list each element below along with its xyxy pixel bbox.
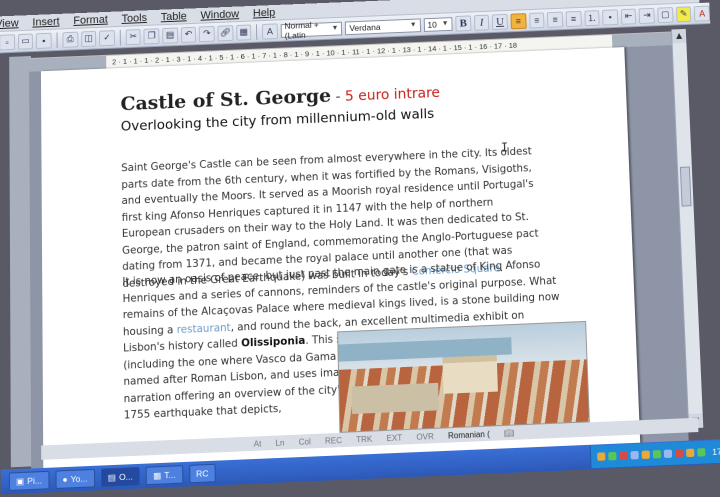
font-size-select[interactable]: 10 ▼ <box>423 16 453 32</box>
spelling-status-icon[interactable]: 📖︎ <box>504 428 515 438</box>
taskbar-item-rc[interactable]: RC <box>188 463 216 484</box>
status-at: At <box>253 438 262 449</box>
status-col: Col <box>298 436 311 447</box>
tray-icon[interactable] <box>674 449 684 458</box>
clock[interactable]: 17:32 <box>712 446 720 457</box>
task-label: T... <box>164 469 176 481</box>
tray-icon[interactable] <box>652 450 661 459</box>
align-center-icon[interactable]: ≡ <box>528 11 545 29</box>
redo-icon[interactable]: ↷ <box>199 25 215 42</box>
status-rec[interactable]: REC <box>325 435 342 445</box>
italic-button[interactable]: I <box>473 14 490 31</box>
tray-icon[interactable] <box>663 449 672 459</box>
chevron-down-icon: ▼ <box>331 24 339 32</box>
tray-icon[interactable] <box>641 450 650 460</box>
chevron-down-icon: ▼ <box>441 20 449 28</box>
bullet-list-icon[interactable]: • <box>602 8 619 26</box>
tray-icon[interactable] <box>607 451 617 461</box>
chevron-down-icon: ▼ <box>409 21 417 29</box>
menu-tools[interactable]: Tools <box>122 12 147 25</box>
photo-arch <box>442 355 499 394</box>
text-cursor-icon: I <box>500 140 509 155</box>
underline-button[interactable]: U <box>492 13 508 30</box>
tray-icon[interactable] <box>685 448 695 458</box>
menu-table[interactable]: Table <box>161 10 187 23</box>
cut-icon[interactable]: ✂ <box>125 28 142 45</box>
taskbar-item-video[interactable]: ● Yo... <box>55 468 95 490</box>
font-size-value: 10 <box>427 19 437 30</box>
style-select[interactable]: Normal + (Latin ▼ <box>280 19 343 41</box>
print-preview-icon[interactable]: ◫ <box>80 30 97 47</box>
taskbar-item-office[interactable]: ▤ O... <box>100 466 141 488</box>
screen: View Insert Format Tools Table Window He… <box>0 0 720 496</box>
tray-icon[interactable] <box>619 451 628 460</box>
task-label: Pi... <box>27 475 43 487</box>
taskbar-item-presentation[interactable]: ▣ Pi... <box>8 470 50 491</box>
scroll-up-icon[interactable]: ▲ <box>671 28 687 44</box>
app-icon: ▤ <box>107 471 116 483</box>
new-document-icon[interactable]: ▫ <box>0 33 15 50</box>
toolbar-separator <box>256 23 258 40</box>
app-icon: ▣ <box>15 475 25 487</box>
style-select-value: Normal + (Latin <box>284 19 319 41</box>
menu-insert[interactable]: Insert <box>32 15 59 28</box>
menu-format[interactable]: Format <box>73 13 107 26</box>
toolbar-separator <box>119 29 121 46</box>
task-label: Yo... <box>70 473 88 485</box>
status-ovr[interactable]: OVR <box>416 431 434 441</box>
title-separator: - <box>330 89 346 106</box>
styles-icon[interactable]: A <box>262 22 278 40</box>
title-text: Castle of St. George <box>120 84 332 116</box>
spellcheck-icon[interactable]: ✓ <box>99 29 115 46</box>
border-icon[interactable]: ▢ <box>657 6 674 23</box>
olissiponia-bold: Olissiponia <box>241 334 306 350</box>
open-icon[interactable]: ▭ <box>17 32 34 50</box>
bold-button[interactable]: B <box>455 14 472 32</box>
photo-square <box>351 382 440 415</box>
outdent-icon[interactable]: ⇤ <box>620 8 637 25</box>
copy-icon[interactable]: ❐ <box>143 27 160 45</box>
task-label: RC <box>195 468 209 479</box>
font-select[interactable]: Verdana ▼ <box>345 17 421 35</box>
status-language[interactable]: Romanian ( <box>448 429 490 440</box>
system-tray: 17:32 <box>589 439 720 469</box>
scrollbar-thumb[interactable] <box>679 166 692 207</box>
hyperlink-icon[interactable]: 🔗︎ <box>217 24 234 41</box>
restaurant-link[interactable]: restaurant <box>177 321 231 335</box>
app-icon: ▦ <box>153 469 162 481</box>
numbered-list-icon[interactable]: ⒈ <box>583 9 600 26</box>
lisbon-photo[interactable] <box>337 320 590 433</box>
taskbar-item-document[interactable]: ▦ T... <box>145 465 184 486</box>
tray-icon[interactable] <box>630 450 639 460</box>
task-label: O... <box>118 471 133 483</box>
paste-icon[interactable]: ▤ <box>162 27 178 44</box>
highlight-icon[interactable]: ✎ <box>675 5 692 22</box>
save-icon[interactable]: ▪ <box>36 32 52 49</box>
menu-window[interactable]: Window <box>200 8 239 21</box>
align-left-icon[interactable]: ≡ <box>510 12 527 29</box>
menu-help[interactable]: Help <box>253 6 276 19</box>
print-icon[interactable]: ⎙ <box>62 31 78 48</box>
status-trk[interactable]: TRK <box>356 434 372 444</box>
tray-icon[interactable] <box>596 452 606 461</box>
tray-icon[interactable] <box>696 448 706 457</box>
app-icon: ● <box>62 474 68 485</box>
status-ln: Ln <box>275 437 285 448</box>
align-right-icon[interactable]: ≡ <box>547 11 564 28</box>
document-page[interactable]: Castle of St. George - 5 euro intrare Ov… <box>40 47 641 483</box>
justify-icon[interactable]: ≡ <box>565 10 582 27</box>
price-text: 5 euro intrare <box>344 85 441 105</box>
font-select-value: Verdana <box>349 21 381 33</box>
font-color-icon[interactable]: A <box>694 5 711 22</box>
indent-icon[interactable]: ⇥ <box>638 7 655 24</box>
menu-view[interactable]: View <box>0 17 19 30</box>
table-icon[interactable]: ▦ <box>235 23 252 41</box>
status-ext[interactable]: EXT <box>386 433 402 443</box>
toolbar-separator <box>56 31 58 48</box>
undo-icon[interactable]: ↶ <box>180 26 197 43</box>
